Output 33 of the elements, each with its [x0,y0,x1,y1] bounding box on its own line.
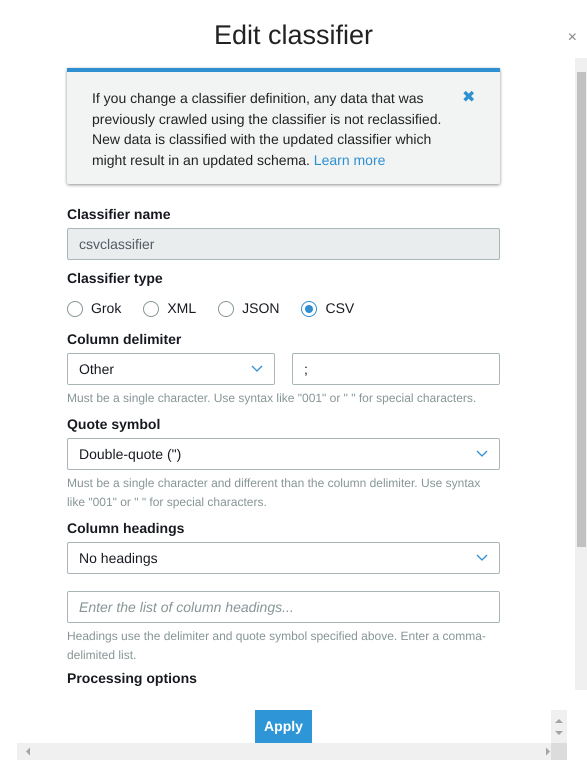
radio-option[interactable]: CSV [301,298,354,319]
help-text: Headings use the delimiter and quote symbol specified above. Enter a comma-delimited list. [67,628,487,664]
chevron-down-icon [476,554,488,562]
notice-text: If you change a classifier definition, any data that was previously crawled using the classifier is not reclassified. New data is classified with the updated classifier which might result in an updated schema. Learn more [92,89,442,170]
radio-option[interactable]: XML [143,298,196,319]
field-label: Processing options [67,669,198,688]
help-text: Must be a single character and different than the column delimiter. Use syntax like "001" or " " for special characters. [67,475,482,511]
radio-button[interactable] [218,300,234,316]
radio-option[interactable]: JSON [218,298,280,319]
scroll-up-icon[interactable] [555,719,563,723]
radio-button[interactable] [67,300,83,316]
vertical-scrollbar[interactable] [575,58,587,690]
dialog-title: Edit classifier [214,22,374,48]
dropdown-select[interactable]: Double-quote (") [67,438,500,470]
horizontal-scrollbar[interactable] [17,743,567,760]
dropdown-select[interactable]: Other [67,353,275,385]
help-text: Must be a single character. Use syntax like "001" or " " for special characters. [67,390,478,407]
field-label: Column delimiter [67,330,182,349]
delimiter-field[interactable]: ; [292,353,500,385]
scroll-down-icon[interactable] [555,731,563,735]
field-label: Quote symbol [67,415,162,434]
chevron-down-icon [476,450,488,458]
field-label: Column headings [67,519,186,538]
close-button[interactable]: × [568,30,577,46]
field-label: Classifier type [67,269,164,288]
radio-option[interactable]: Grok [67,298,122,319]
column-headings-field[interactable]: Enter the list of column headings... [67,591,500,623]
dropdown-select[interactable]: No headings [67,542,500,574]
radio-button[interactable] [301,300,318,316]
chevron-down-icon [251,365,263,373]
radio-button[interactable] [143,300,160,316]
vertical-scrollbar[interactable] [551,710,567,743]
field-label: Classifier name [67,205,172,224]
